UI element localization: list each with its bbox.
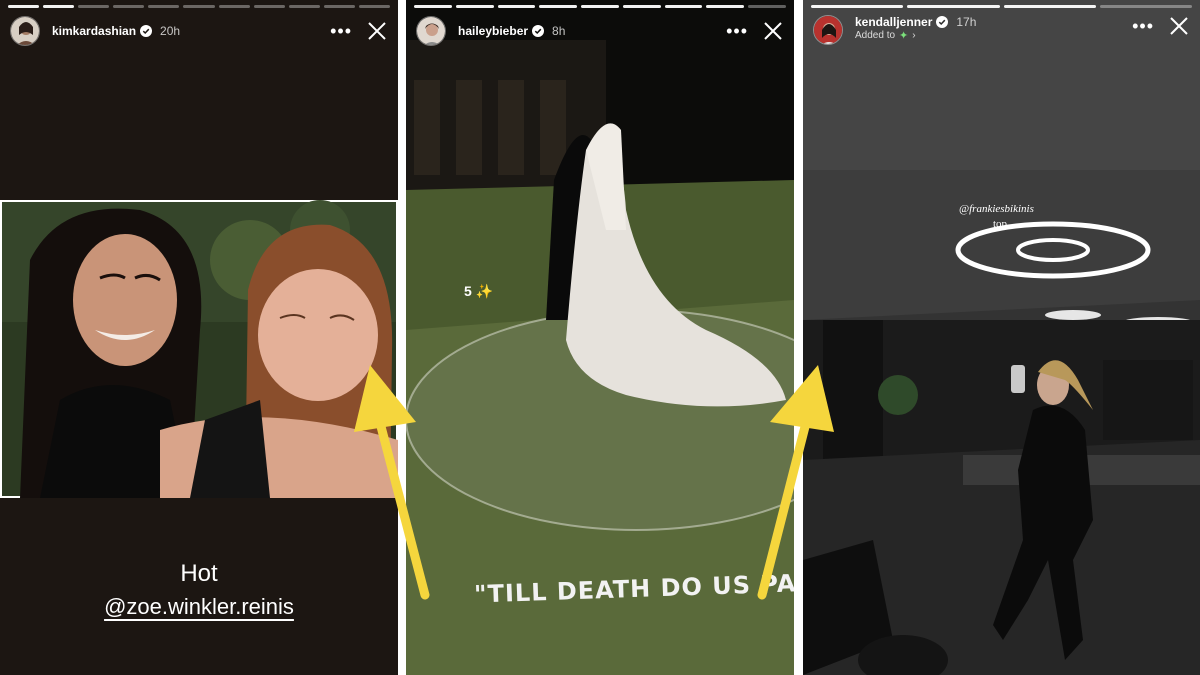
more-icon[interactable]: •••: [726, 22, 748, 40]
verified-badge-icon: [140, 25, 153, 37]
story-progress: [8, 5, 391, 8]
close-icon[interactable]: [1168, 15, 1190, 37]
verified-badge-icon: [532, 25, 545, 37]
story-photo: [0, 200, 398, 498]
username[interactable]: kimkardashian: [52, 24, 136, 38]
story-photo: [803, 0, 1200, 675]
annotation-arrow-left: [354, 365, 430, 600]
close-icon[interactable]: [762, 20, 784, 42]
story-header: kimkardashian 20h •••: [10, 15, 388, 47]
story-kimkardashian[interactable]: kimkardashian 20h ••• Hot @zoe.winkler.r…: [0, 0, 398, 675]
avatar[interactable]: [813, 15, 843, 45]
story-caption: Hot: [180, 560, 218, 587]
annotation-arrow-right: [757, 365, 834, 600]
post-time: 17h: [956, 15, 977, 29]
post-time: 8h: [552, 24, 566, 38]
post-time: 20h: [160, 24, 181, 38]
story-progress: [811, 5, 1192, 8]
added-to-link[interactable]: Added to ✦ ›: [855, 29, 976, 42]
verified-badge-icon: [936, 16, 949, 28]
story-progress: [414, 5, 787, 8]
avatar[interactable]: [416, 16, 446, 46]
sparkle-icon: ✦: [899, 30, 909, 42]
more-icon[interactable]: •••: [330, 22, 352, 40]
username[interactable]: haileybieber: [458, 24, 528, 38]
mention-tag-sub: top: [993, 218, 1008, 230]
more-icon[interactable]: •••: [1132, 17, 1154, 35]
story-haileybieber[interactable]: haileybieber 8h ••• 5 ✨ "TILL DEATH DO U…: [406, 0, 794, 675]
avatar[interactable]: [10, 16, 40, 46]
story-sticker: 5 ✨: [464, 283, 494, 299]
story-header: haileybieber 8h •••: [416, 15, 784, 47]
chevron-right-icon: ›: [912, 30, 916, 41]
mention-tag[interactable]: @frankiesbikinis: [959, 203, 1034, 215]
close-icon[interactable]: [366, 20, 388, 42]
added-to-label: Added to: [855, 30, 896, 41]
username[interactable]: kendalljenner: [855, 15, 932, 29]
mention-link[interactable]: @zoe.winkler.reinis: [0, 594, 398, 620]
story-header: kendalljenner 17h Added to ✦ › •••: [813, 15, 1190, 47]
story-kendalljenner[interactable]: kendalljenner 17h Added to ✦ › ••• @fran…: [803, 0, 1200, 675]
